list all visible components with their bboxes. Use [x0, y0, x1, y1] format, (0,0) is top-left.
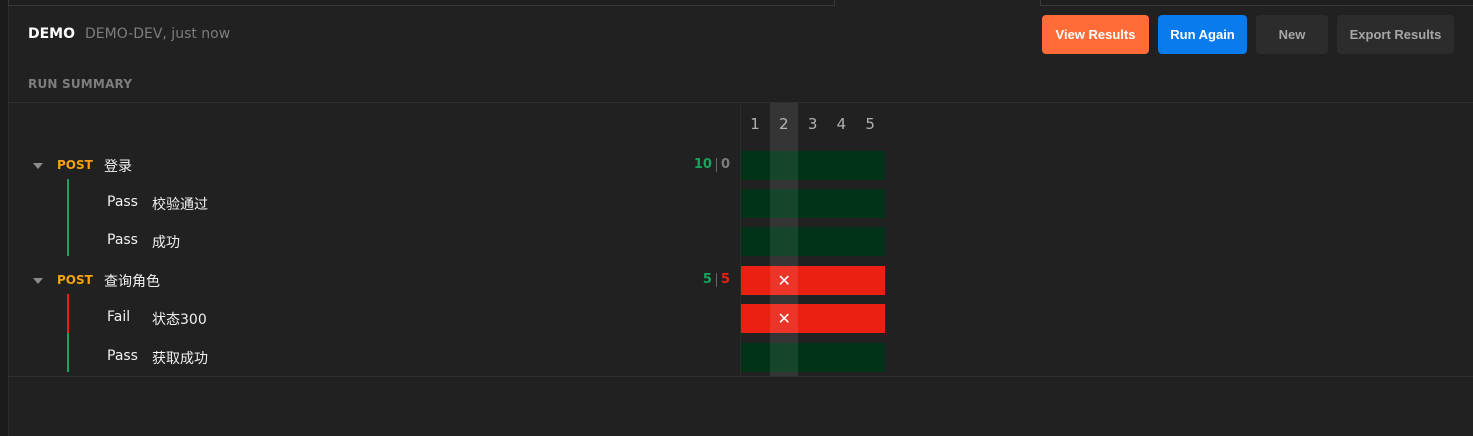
assertion-name: 获取成功 [152, 351, 208, 367]
iteration-result-cell[interactable] [827, 343, 857, 372]
iteration-result-cell[interactable] [827, 151, 857, 180]
assertion-name: 校验通过 [152, 197, 208, 213]
iteration-result-cell[interactable] [769, 189, 799, 218]
request-counts: 5 5 [703, 272, 730, 287]
iteration-cells [741, 151, 885, 180]
assertion-name: 状态300 [152, 312, 207, 328]
iteration-result-cell[interactable] [827, 189, 857, 218]
run-title: DEMO [28, 26, 76, 42]
passed-count: 10 [693, 157, 712, 172]
assertion-status: Fail [107, 309, 131, 325]
iteration-result-cell[interactable] [741, 304, 770, 333]
assertion-row: Fail 状态300 ✕ [8, 294, 885, 333]
iteration-result-cell[interactable] [798, 343, 828, 372]
new-button[interactable]: New [1256, 15, 1328, 54]
run-summary-label: RUN SUMMARY [28, 77, 133, 91]
request-row[interactable]: POST 查询角色 5 5 ✕ [8, 266, 885, 295]
iteration-cells [741, 343, 885, 372]
request-name: 查询角色 [104, 274, 160, 290]
iteration-result-cell[interactable] [856, 304, 885, 333]
assertion-status: Pass [107, 194, 138, 210]
iteration-cells [741, 227, 885, 256]
iteration-result-cell[interactable] [798, 266, 828, 295]
run-meta: DEMO-DEV, just now [85, 26, 231, 42]
assertion-row: Pass 校验通过 [8, 179, 885, 218]
iteration-cells: ✕ [741, 304, 885, 333]
assertion-status-bar [67, 217, 69, 256]
export-results-button[interactable]: Export Results [1337, 15, 1454, 54]
assertion-status-bar [67, 179, 69, 218]
assertion-row: Pass 获取成功 [8, 333, 885, 372]
iteration-result-cell[interactable]: ✕ [769, 266, 799, 295]
request-method: POST [57, 273, 93, 287]
iteration-number[interactable]: 5 [856, 115, 884, 133]
iteration-result-cell[interactable] [798, 227, 828, 256]
request-method: POST [57, 158, 93, 172]
top-bar-right-field[interactable] [1040, 0, 1473, 6]
request-row[interactable]: POST 登录 10 0 [8, 151, 885, 180]
iteration-result-cell[interactable] [856, 266, 885, 295]
failed-count: 5 [720, 272, 730, 287]
close-icon: ✕ [777, 308, 791, 328]
iteration-result-cell[interactable] [827, 266, 857, 295]
caret-down-icon[interactable] [33, 278, 43, 284]
iteration-result-cell[interactable] [741, 189, 770, 218]
summary-divider-bottom [8, 376, 1473, 377]
iteration-result-cell[interactable]: ✕ [769, 304, 799, 333]
request-name: 登录 [104, 159, 132, 175]
iteration-number[interactable]: 3 [799, 115, 827, 133]
iteration-result-cell[interactable] [856, 343, 885, 372]
iteration-result-cell[interactable] [741, 151, 770, 180]
top-bar-left-field[interactable] [8, 0, 835, 6]
iteration-result-cell[interactable] [856, 227, 885, 256]
failed-count: 0 [720, 157, 730, 172]
iteration-cells [741, 189, 885, 218]
iteration-result-cell[interactable] [769, 227, 799, 256]
iteration-result-cell[interactable] [741, 227, 770, 256]
assertion-row: Pass 成功 [8, 217, 885, 256]
iteration-result-cell[interactable] [769, 343, 799, 372]
iteration-result-cell[interactable] [798, 189, 828, 218]
close-icon: ✕ [777, 270, 791, 290]
iteration-result-cell[interactable] [769, 151, 799, 180]
assertion-name: 成功 [152, 235, 180, 251]
run-header: DEMO DEMO-DEV, just now [28, 26, 230, 42]
assertion-status: Pass [107, 232, 138, 248]
iteration-result-cell[interactable] [827, 304, 857, 333]
request-counts: 10 0 [694, 157, 730, 172]
iteration-cells: ✕ [741, 266, 885, 295]
iteration-result-cell[interactable] [856, 189, 885, 218]
caret-down-icon[interactable] [33, 163, 43, 169]
assertion-status-bar [67, 294, 69, 333]
iteration-result-cell[interactable] [741, 343, 770, 372]
iteration-number[interactable]: 4 [827, 115, 855, 133]
iteration-result-cell[interactable] [827, 227, 857, 256]
assertion-status: Pass [107, 348, 138, 364]
run-again-button[interactable]: Run Again [1158, 15, 1247, 54]
iteration-number[interactable]: 1 [741, 115, 769, 133]
assertion-status-bar [67, 333, 69, 372]
view-results-button[interactable]: View Results [1042, 15, 1149, 54]
iteration-result-cell[interactable] [741, 266, 770, 295]
iteration-number[interactable]: 2 [770, 115, 798, 133]
iteration-result-cell[interactable] [856, 151, 885, 180]
count-divider [715, 157, 717, 172]
iteration-result-cell[interactable] [798, 304, 828, 333]
iteration-result-cell[interactable] [798, 151, 828, 180]
action-bar: View Results Run Again New Export Result… [1042, 15, 1454, 54]
count-divider [715, 272, 717, 287]
passed-count: 5 [702, 272, 712, 287]
